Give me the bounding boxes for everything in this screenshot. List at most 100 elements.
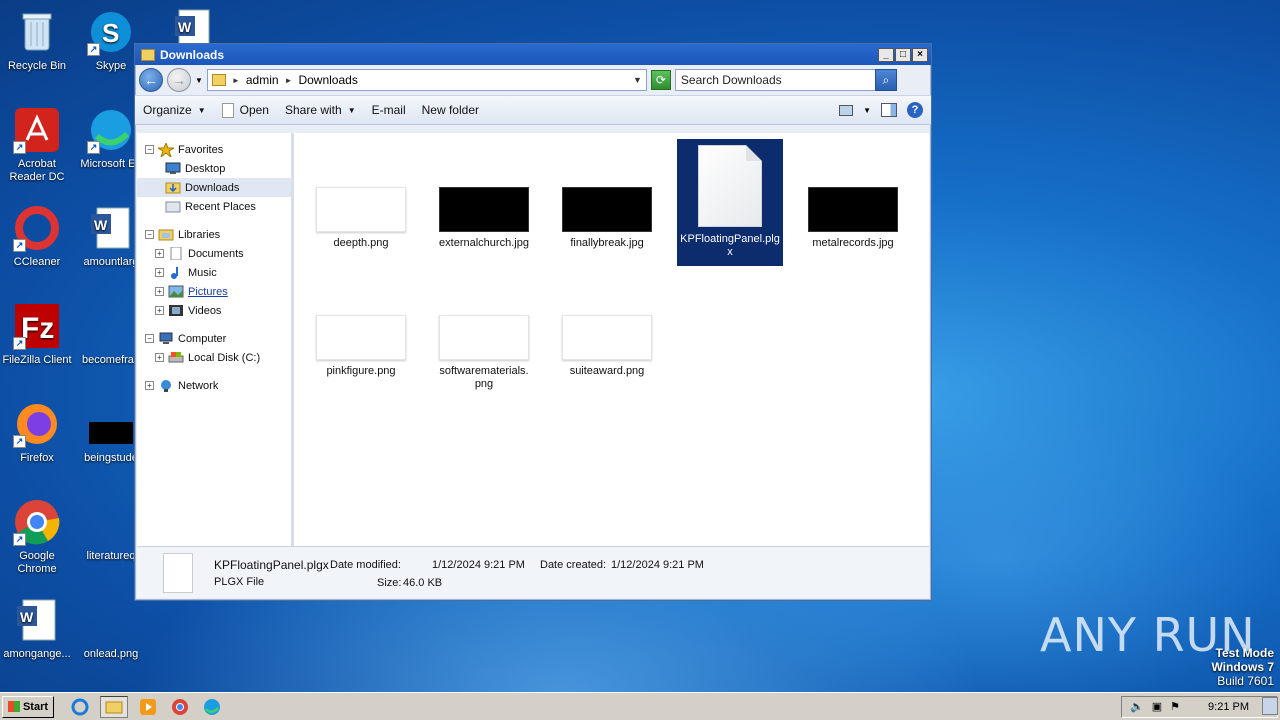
share-with-button[interactable]: Share with ▼ [285, 103, 356, 117]
file-item[interactable]: metalrecords.jpg [800, 187, 906, 250]
pictures-icon [168, 285, 184, 298]
help-icon[interactable]: ? [907, 102, 923, 118]
chevron-right-icon[interactable]: ► [285, 76, 293, 85]
email-label: E-mail [371, 103, 406, 117]
file-item[interactable]: finallybreak.jpg [554, 187, 660, 250]
file-list[interactable]: deepth.png externalchurch.jpg finallybre… [294, 133, 929, 546]
desktop-icon-filezilla[interactable]: Fz ↗ FileZilla Client [0, 302, 74, 367]
desktop-icon-onlead[interactable]: onlead.png [74, 596, 148, 661]
image-icon [87, 400, 135, 448]
file-item[interactable]: softwarematerials.png [431, 315, 537, 391]
email-button[interactable]: E-mail [372, 103, 406, 117]
nav-documents[interactable]: + Documents [137, 244, 291, 263]
file-item[interactable]: pinkfigure.png [308, 315, 414, 378]
details-pane: KPFloatingPanel.plgx PLGX File Date modi… [137, 546, 929, 598]
expand-icon[interactable]: + [155, 249, 164, 258]
refresh-button[interactable]: ⟳ [650, 70, 671, 90]
expand-icon[interactable]: + [155, 268, 164, 277]
details-label: Size: [377, 577, 402, 589]
chevron-down-icon[interactable]: ▼ [863, 106, 871, 115]
back-button[interactable]: ← [139, 68, 163, 92]
desktop-icon-acrobat[interactable]: ↗ Acrobat Reader DC [0, 106, 74, 184]
desktop-icon-firefox[interactable]: ↗ Firefox [0, 400, 74, 465]
folder-icon [211, 74, 226, 86]
desktop-icon-recycle-bin[interactable]: Recycle Bin [0, 8, 74, 73]
address-bar[interactable]: ► admin ► Downloads ▼ [206, 69, 647, 91]
nav-favorites[interactable]: − Favorites [137, 140, 291, 159]
edge-icon [204, 698, 220, 715]
volume-icon[interactable]: 🔈 [1130, 700, 1144, 713]
start-label: Start [22, 700, 49, 713]
filezilla-icon: Fz ↗ [13, 302, 61, 350]
details-file-type: PLGX File [214, 576, 265, 588]
breadcrumb-downloads[interactable]: Downloads [298, 73, 357, 87]
explorer-window[interactable]: Downloads _ □ × ← → ▼ ► admin ► Download… [134, 43, 932, 601]
title-bar[interactable]: Downloads _ □ × [135, 44, 931, 65]
nav-computer[interactable]: − Computer [137, 329, 291, 348]
search-input[interactable]: Search Downloads ⌕ [674, 69, 897, 91]
file-item[interactable]: externalchurch.jpg [431, 187, 537, 250]
organize-button[interactable]: Organize ▼ [143, 103, 206, 117]
nav-music[interactable]: + Music [137, 263, 291, 282]
change-view-icon[interactable] [839, 104, 854, 116]
desktop-icon-ccleaner[interactable]: ↗ CCleaner [0, 204, 74, 269]
details-label: Date modified: [330, 559, 401, 571]
preview-pane-icon[interactable] [881, 103, 897, 117]
action-center-icon[interactable]: ⚑ [1170, 700, 1180, 713]
taskbar-chrome[interactable] [168, 696, 192, 718]
music-icon [168, 266, 184, 279]
chevron-down-icon[interactable]: ▼ [633, 75, 642, 85]
breadcrumb-admin[interactable]: admin [246, 73, 279, 87]
forward-button[interactable]: → [167, 68, 191, 92]
recent-pages-dropdown-icon[interactable]: ▼ [195, 76, 203, 85]
nav-recent-places[interactable]: Recent Places [137, 197, 291, 216]
show-desktop-button[interactable] [1262, 697, 1278, 715]
firefox-icon: ↗ [13, 400, 61, 448]
chevron-right-icon[interactable]: ► [232, 76, 240, 85]
open-button[interactable]: Open [221, 102, 269, 118]
expand-icon[interactable]: + [145, 381, 154, 390]
nav-desktop[interactable]: Desktop [137, 159, 291, 178]
taskbar-explorer[interactable] [100, 695, 128, 718]
close-button[interactable]: × [912, 47, 928, 62]
nav-network[interactable]: + Network [137, 376, 291, 395]
new-folder-button[interactable]: New folder [422, 103, 479, 117]
start-button[interactable]: Start [2, 695, 54, 718]
file-item-selected[interactable]: KPFloatingPanel.plgx [677, 139, 783, 266]
clock[interactable]: 9:21 PM [1208, 701, 1249, 713]
expand-icon[interactable]: + [155, 353, 164, 362]
system-tray: 🔈 ▣ ⚑ 9:21 PM [1121, 695, 1278, 718]
collapse-icon[interactable]: − [145, 145, 154, 154]
expand-icon[interactable]: + [155, 306, 164, 315]
nav-videos[interactable]: + Videos [137, 301, 291, 320]
taskbar-media-player[interactable] [136, 696, 160, 718]
ie-icon [71, 698, 89, 715]
windows-logo-icon [7, 701, 20, 712]
collapse-icon[interactable]: − [145, 334, 154, 343]
nav-libraries[interactable]: − Libraries [137, 225, 291, 244]
nav-label: Network [178, 379, 219, 392]
nav-local-disk[interactable]: + Local Disk (C:) [137, 348, 291, 367]
desktop-icon-chrome[interactable]: ↗ Google Chrome [0, 498, 74, 576]
nav-pictures[interactable]: + Pictures [137, 282, 291, 301]
network-icon[interactable]: ▣ [1152, 700, 1162, 713]
taskbar-edge[interactable] [200, 696, 224, 718]
desktop-icon-among[interactable]: W amongange... [0, 596, 74, 661]
image-thumbnail [808, 187, 898, 232]
libraries-icon [158, 228, 174, 241]
expand-icon[interactable]: + [155, 287, 164, 296]
minimize-button[interactable]: _ [878, 47, 894, 62]
nav-label: Libraries [178, 228, 221, 241]
nav-downloads[interactable]: Downloads [137, 178, 291, 197]
search-icon[interactable]: ⌕ [874, 69, 897, 91]
maximize-button[interactable]: □ [895, 47, 911, 62]
collapse-icon[interactable]: − [145, 230, 154, 239]
file-icon [221, 102, 234, 118]
document-icon [698, 145, 762, 227]
details-file-name: KPFloatingPanel.plgx [214, 558, 329, 572]
file-item[interactable]: deepth.png [308, 187, 414, 250]
file-item[interactable]: suiteaward.png [554, 315, 660, 378]
taskbar-ie[interactable] [68, 696, 92, 718]
file-name: deepth.png [333, 237, 389, 249]
desktop-icon-label: onlead.png [83, 648, 139, 660]
